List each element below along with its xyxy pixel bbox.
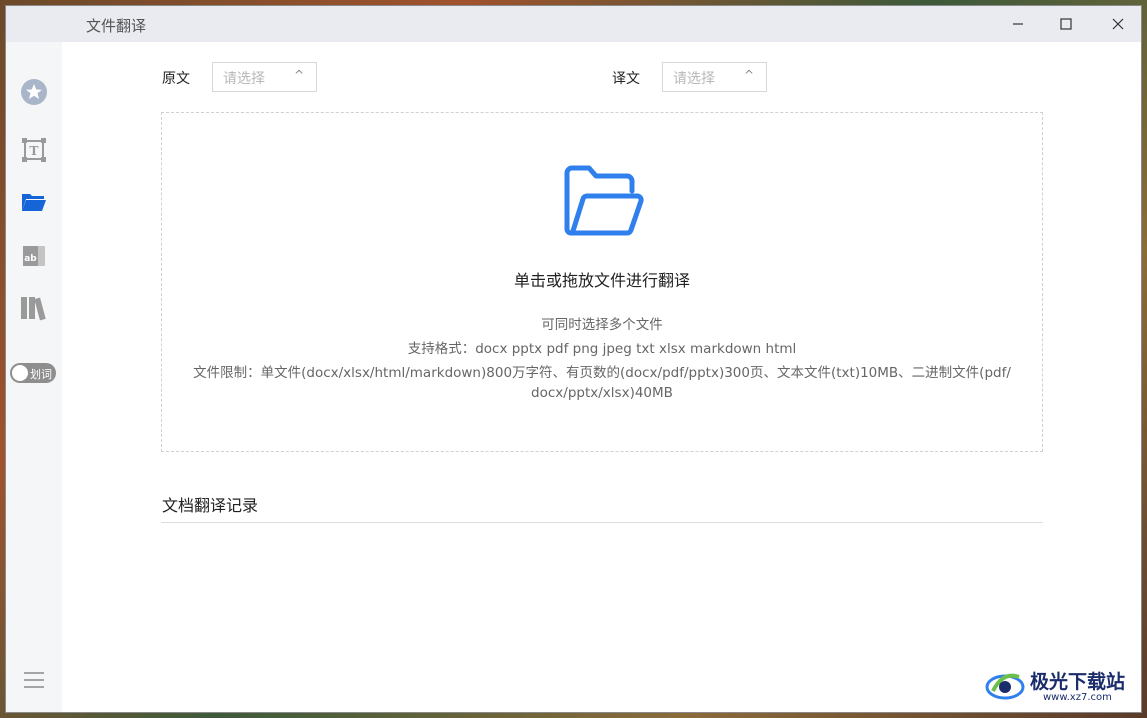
chevron-up-icon: ^ xyxy=(293,68,304,82)
sidebar-item-image-translate[interactable]: ab xyxy=(20,242,48,270)
sidebar-item-favorites[interactable] xyxy=(20,78,48,106)
watermark-text: 极光下载站 xyxy=(1030,671,1126,693)
books-icon xyxy=(21,297,46,321)
maximize-icon xyxy=(1060,18,1072,30)
folder-icon xyxy=(564,165,644,236)
main-content: 原文 请选择 ^ 译文 请选择 ^ 单击或拖放文件进行翻译 可同时选择多个文件 … xyxy=(62,42,1141,712)
watermark-url: www.xz7.com xyxy=(1043,692,1112,703)
ab-image-icon: ab xyxy=(23,246,45,266)
folder-open-icon xyxy=(22,194,46,211)
sidebar-item-file-translate[interactable] xyxy=(20,188,48,216)
drop-zone-limits: 文件限制：单文件(docx/xlsx/html/markdown)800万字符、… xyxy=(193,365,1011,381)
watermark-logo: 极光下载站 www.xz7.com xyxy=(985,665,1140,705)
app-window: 文件翻译 T ab 划词 原文 请选择 ^ 译文 请选择 ^ 单击或拖放文件进行… xyxy=(5,5,1142,713)
translation-history-title: 文档翻译记录 xyxy=(162,496,259,515)
target-language-select[interactable]: 请选择 ^ xyxy=(662,62,767,92)
target-language-placeholder: 请选择 xyxy=(673,71,715,87)
drop-zone-limits-cont: docx/pptx/xlsx)40MB xyxy=(531,385,673,401)
source-language-select[interactable]: 请选择 ^ xyxy=(212,62,317,92)
sidebar: T ab 划词 xyxy=(6,42,62,712)
drop-zone-multi-file-note: 可同时选择多个文件 xyxy=(541,317,663,333)
toggle-knob xyxy=(12,365,28,381)
maximize-button[interactable] xyxy=(1040,6,1092,42)
close-button[interactable] xyxy=(1092,6,1144,42)
svg-text:ab: ab xyxy=(24,254,37,264)
word-select-toggle[interactable]: 划词 xyxy=(10,363,56,383)
hamburger-icon xyxy=(24,672,44,688)
toggle-label: 划词 xyxy=(30,368,52,381)
minimize-button[interactable] xyxy=(992,6,1044,42)
window-title: 文件翻译 xyxy=(86,17,147,35)
target-language-label: 译文 xyxy=(612,71,640,87)
text-frame-icon: T xyxy=(22,138,46,162)
source-language-placeholder: 请选择 xyxy=(223,71,265,87)
sidebar-item-text-translate[interactable]: T xyxy=(20,136,48,164)
close-icon xyxy=(1112,18,1124,30)
sidebar-item-library[interactable] xyxy=(20,294,48,322)
minimize-icon xyxy=(1013,23,1023,25)
title-bar: 文件翻译 xyxy=(6,6,1141,42)
divider xyxy=(161,522,1043,523)
star-badge-icon xyxy=(21,79,47,105)
source-language-label: 原文 xyxy=(162,71,190,87)
file-drop-zone[interactable]: 单击或拖放文件进行翻译 可同时选择多个文件 支持格式：docx pptx pdf… xyxy=(161,112,1043,452)
menu-button[interactable] xyxy=(22,668,46,692)
chevron-up-icon: ^ xyxy=(743,68,754,82)
svg-text:T: T xyxy=(30,144,39,158)
drop-zone-title: 单击或拖放文件进行翻译 xyxy=(513,271,690,290)
aurora-logo-icon xyxy=(985,673,1025,700)
drop-zone-formats: 支持格式：docx pptx pdf png jpeg txt xlsx mar… xyxy=(407,341,797,357)
